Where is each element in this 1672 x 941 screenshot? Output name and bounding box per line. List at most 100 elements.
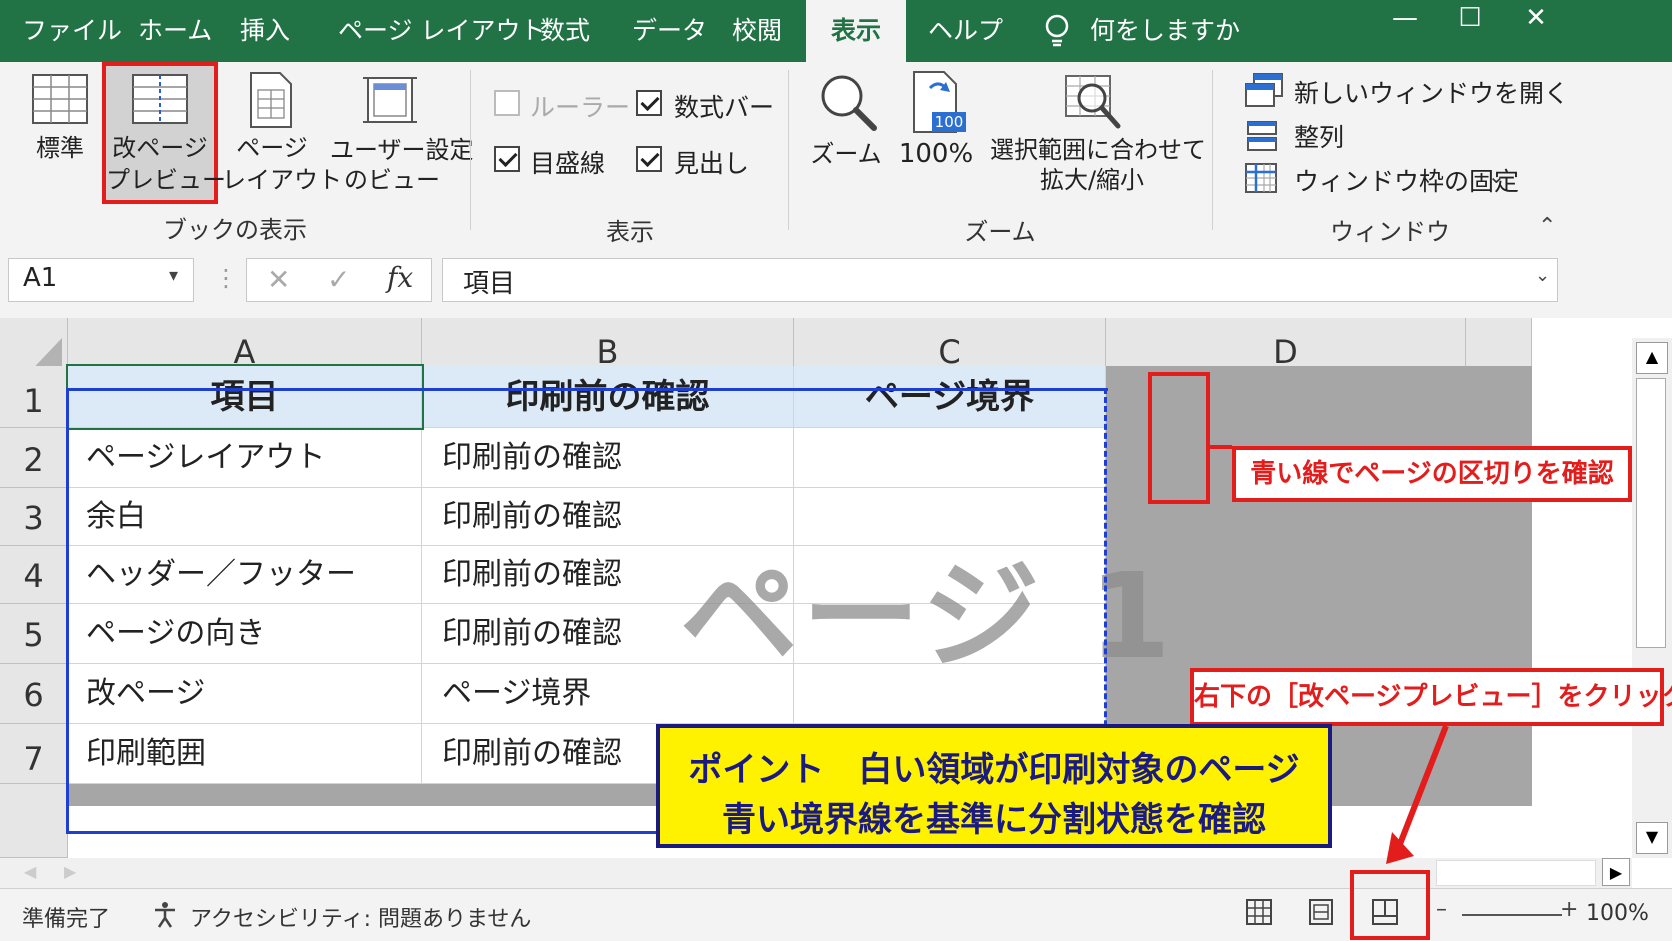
zoom-100-icon: 100 xyxy=(912,70,966,134)
ruler-checkbox[interactable] xyxy=(494,90,520,116)
new-window-button[interactable]: 新しいウィンドウを開く xyxy=(1294,74,1569,110)
ruler-label: ルーラー xyxy=(530,93,631,122)
tab-home[interactable]: ホーム xyxy=(138,0,212,62)
title-tab-bar: ファイル ホーム 挿入 ページ レイアウト 数式 データ 校閲 表示 ヘルプ 何… xyxy=(0,0,1672,62)
page-layout-view-button[interactable]: ページ xyxy=(222,132,322,164)
page-break-callout-frame xyxy=(1148,372,1210,504)
page-layout-icon xyxy=(250,72,292,132)
ribbon-separator xyxy=(1212,70,1213,230)
tab-help[interactable]: ヘルプ xyxy=(928,0,1003,62)
custom-views-icon xyxy=(362,72,418,132)
expand-formula-icon[interactable]: ⌄ xyxy=(1535,265,1550,286)
custom-views-button[interactable]: ユーザー設定 xyxy=(330,134,474,166)
scroll-right-icon[interactable]: ▶ xyxy=(1602,858,1630,886)
zoom-button[interactable]: ズーム xyxy=(810,138,882,170)
zoom-magnifier-icon xyxy=(818,72,878,136)
callout-connector xyxy=(1210,445,1232,449)
ribbon-view: 標準 改ページ プレビュー ページ レイアウト ユーザー設定 のビュー ブックの… xyxy=(0,62,1672,259)
page-break-label-2: プレビュー xyxy=(106,166,226,194)
point-callout-line-1: ポイント 白い領域が印刷対象のページ xyxy=(688,750,1300,790)
collapse-ribbon-icon[interactable]: ⌃ xyxy=(1538,214,1556,239)
group-label-window: ウィンドウ xyxy=(1330,218,1450,246)
group-label-book-view: ブックの表示 xyxy=(163,216,307,244)
freeze-panes-button[interactable]: ウィンドウ枠の固定 xyxy=(1294,162,1519,198)
gridlines-label: 目盛線 xyxy=(530,149,606,178)
new-window-icon xyxy=(1244,72,1284,112)
accessibility-icon xyxy=(150,899,180,933)
row-header-4[interactable]: 4 xyxy=(0,546,68,604)
horizontal-scroll-thumb[interactable] xyxy=(1436,860,1596,886)
scroll-up-icon[interactable]: ▲ xyxy=(1636,342,1668,374)
status-break-callout-frame xyxy=(1350,870,1430,940)
tab-review[interactable]: 校閲 xyxy=(732,0,782,62)
formula-bar-checkbox[interactable] xyxy=(636,90,662,116)
blue-line-callout: 青い線でページの区切りを確認 xyxy=(1232,446,1632,502)
accessibility-status[interactable]: アクセシビリティ: 問題ありません xyxy=(190,901,531,933)
point-callout-line-2: 青い境界線を基準に分割状態を確認 xyxy=(722,800,1266,840)
group-label-show: 表示 xyxy=(606,218,654,246)
row-header-7[interactable]: 7 xyxy=(0,724,68,784)
zoom-slider[interactable] xyxy=(1462,914,1562,916)
zoom-percentage[interactable]: 100% xyxy=(1586,901,1649,926)
vertical-scrollbar[interactable]: ▲ ▼ xyxy=(1632,338,1672,858)
grip-icon: ⋮ xyxy=(214,264,238,292)
zoom-to-selection-icon xyxy=(1062,72,1122,136)
tab-view[interactable]: 表示 xyxy=(806,0,906,62)
headings-checkbox[interactable] xyxy=(636,146,662,172)
chevron-down-icon[interactable]: ⌄ xyxy=(1488,164,1505,188)
sheet-scroll-right-icon[interactable]: ▶ xyxy=(64,862,76,881)
zoom-100-button[interactable]: 100% xyxy=(896,138,976,170)
custom-views-label-2: のビュー xyxy=(344,166,440,194)
row-header-6[interactable]: 6 xyxy=(0,664,68,724)
normal-view-button[interactable]: 標準 xyxy=(30,132,90,164)
row-header-8[interactable] xyxy=(0,784,68,858)
formula-input[interactable]: 項目 ⌄ xyxy=(442,258,1558,302)
gridlines-checkbox[interactable] xyxy=(494,146,520,172)
row-header-1[interactable]: 1 xyxy=(0,366,68,428)
tab-data[interactable]: データ xyxy=(632,0,707,62)
row-header-2[interactable]: 2 xyxy=(0,428,68,488)
normal-view-icon xyxy=(32,74,88,128)
row-header-5[interactable]: 5 xyxy=(0,604,68,664)
zoom-100-badge: 100 xyxy=(932,112,966,132)
arrange-button[interactable]: 整列 xyxy=(1294,118,1344,154)
normal-view-status-icon[interactable] xyxy=(1244,897,1274,931)
tab-formulas[interactable]: 数式 xyxy=(540,0,590,62)
formula-bar-label: 数式バー xyxy=(674,93,775,122)
zoom-to-selection-label-2: 拡大/縮小 xyxy=(1039,166,1145,194)
tab-page-layout[interactable]: ページ レイアウト xyxy=(338,0,545,62)
point-callout: ポイント 白い領域が印刷対象のページ 青い境界線を基準に分割状態を確認 xyxy=(656,724,1332,848)
close-icon[interactable]: ✕ xyxy=(1506,0,1566,40)
headings-label: 見出し xyxy=(674,149,750,178)
status-ready: 準備完了 xyxy=(22,907,111,932)
minimize-icon[interactable]: — xyxy=(1375,0,1435,40)
ribbon-separator xyxy=(470,70,471,230)
scroll-down-icon[interactable]: ▼ xyxy=(1636,822,1668,854)
name-box-dropdown-icon[interactable]: ▾ xyxy=(169,265,178,286)
tab-file[interactable]: ファイル xyxy=(22,0,122,62)
group-label-zoom: ズーム xyxy=(964,218,1036,246)
formula-input-value: 項目 xyxy=(463,269,516,299)
cancel-icon[interactable]: ✕ xyxy=(267,263,290,296)
name-box[interactable]: A1 ▾ xyxy=(8,258,194,302)
lightbulb-icon xyxy=(1044,14,1070,52)
formula-tools: ✕ ✓ fx xyxy=(246,258,432,302)
insert-function-icon[interactable]: fx xyxy=(387,261,413,294)
zoom-in-icon[interactable]: + xyxy=(1560,897,1578,922)
arrange-icon xyxy=(1246,120,1278,156)
page-layout-label-2: レイアウト xyxy=(222,166,342,194)
maximize-icon[interactable]: ☐ xyxy=(1440,0,1500,40)
click-hint-callout: 右下の［改ページプレビュー］をクリック xyxy=(1190,668,1672,726)
arrow-icon xyxy=(1386,724,1449,864)
zoom-out-icon[interactable]: – xyxy=(1436,897,1447,922)
page-break-label-1: 改ページ xyxy=(112,134,208,162)
tab-insert[interactable]: 挿入 xyxy=(240,0,290,62)
page-break-preview-icon xyxy=(132,74,188,128)
enter-icon[interactable]: ✓ xyxy=(327,263,350,296)
page-layout-status-icon[interactable] xyxy=(1306,897,1336,931)
sheet-scroll-left-icon[interactable]: ◀ xyxy=(24,862,36,881)
row-header-3[interactable]: 3 xyxy=(0,488,68,546)
tell-me-search[interactable]: 何をしますか xyxy=(1090,0,1240,62)
zoom-to-selection-button[interactable]: 選択範囲に合わせて xyxy=(990,134,1206,166)
vertical-scroll-thumb[interactable] xyxy=(1636,378,1666,648)
